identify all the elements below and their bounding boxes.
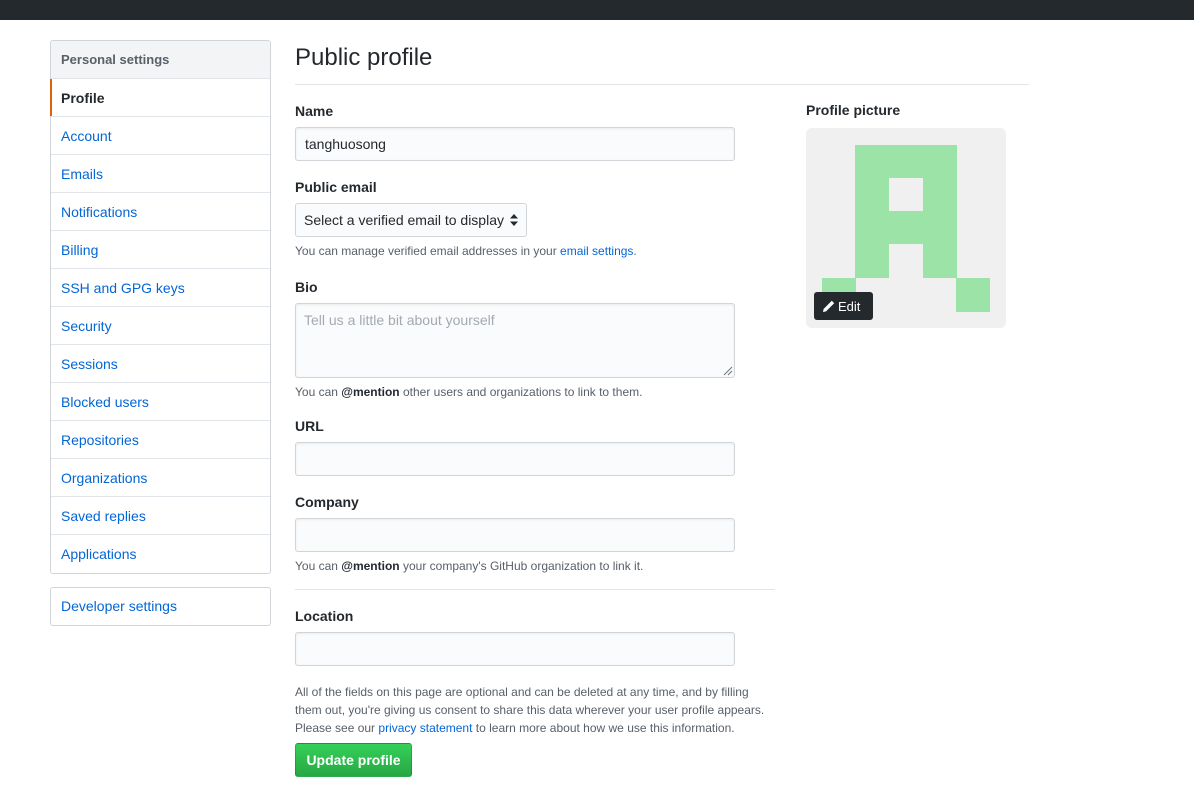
sidebar-heading: Personal settings [51, 41, 270, 79]
profile-picture-label: Profile picture [806, 102, 901, 118]
public-email-selected-value: Select a verified email to display [304, 212, 504, 228]
pencil-icon [823, 300, 835, 312]
update-profile-button[interactable]: Update profile [295, 743, 412, 777]
url-label: URL [295, 418, 324, 434]
settings-sidebar: Personal settings Profile Account Emails… [50, 40, 271, 574]
sidebar-item-applications[interactable]: Applications [51, 535, 270, 573]
location-input[interactable] [295, 632, 735, 666]
email-settings-link[interactable]: email settings [560, 244, 633, 258]
sidebar-item-developer-settings[interactable]: Developer settings [51, 588, 270, 625]
page-title: Public profile [295, 44, 433, 71]
privacy-statement-link[interactable]: privacy statement [378, 721, 472, 735]
sidebar-item-organizations[interactable]: Organizations [51, 459, 270, 497]
company-label: Company [295, 494, 359, 510]
sidebar-item-security[interactable]: Security [51, 307, 270, 345]
public-email-select[interactable]: Select a verified email to display [295, 203, 527, 237]
sidebar-item-profile[interactable]: Profile [50, 79, 270, 117]
sidebar-item-blocked-users[interactable]: Blocked users [51, 383, 270, 421]
sidebar-item-notifications[interactable]: Notifications [51, 193, 270, 231]
top-header-bar [0, 0, 1194, 20]
sidebar-item-saved-replies[interactable]: Saved replies [51, 497, 270, 535]
resize-grip-icon[interactable] [723, 366, 733, 376]
bio-note: You can @mention other users and organiz… [295, 385, 643, 399]
name-input[interactable] [295, 127, 735, 161]
select-arrows-icon [510, 214, 518, 226]
sidebar-item-ssh-gpg-keys[interactable]: SSH and GPG keys [51, 269, 270, 307]
public-email-note: You can manage verified email addresses … [295, 244, 637, 258]
developer-settings-menu: Developer settings [50, 587, 271, 626]
company-input[interactable] [295, 518, 735, 552]
sidebar-item-sessions[interactable]: Sessions [51, 345, 270, 383]
url-input[interactable] [295, 442, 735, 476]
privacy-note: All of the fields on this page are optio… [295, 685, 765, 735]
location-label: Location [295, 608, 354, 624]
edit-avatar-button[interactable]: Edit [814, 292, 873, 320]
sidebar-item-account[interactable]: Account [51, 117, 270, 155]
bio-label: Bio [295, 279, 318, 295]
bio-textarea[interactable] [295, 303, 735, 378]
sidebar-item-billing[interactable]: Billing [51, 231, 270, 269]
public-email-label: Public email [295, 179, 377, 195]
sidebar-item-emails[interactable]: Emails [51, 155, 270, 193]
sidebar-item-repositories[interactable]: Repositories [51, 421, 270, 459]
title-divider [295, 84, 1029, 85]
edit-button-label: Edit [838, 298, 861, 314]
name-label: Name [295, 103, 334, 119]
section-divider [295, 589, 775, 590]
company-note: You can @mention your company's GitHub o… [295, 559, 644, 573]
